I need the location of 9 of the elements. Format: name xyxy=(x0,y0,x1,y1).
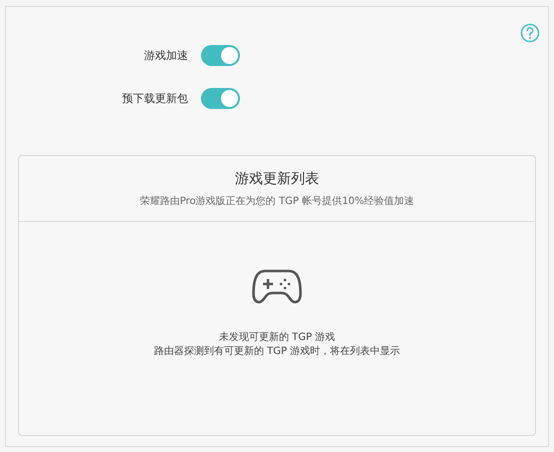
setting-label: 游戏加速 xyxy=(143,48,188,62)
empty-message: 未发现可更新的 TGP 游戏 xyxy=(218,331,336,345)
empty-hint: 路由器探测到有可更新的 TGP 游戏时，将在列表中显示 xyxy=(154,345,400,359)
list-title: 游戏更新列表 xyxy=(235,170,319,188)
setting-label: 预下载更新包 xyxy=(121,90,188,106)
toggle-switch[interactable] xyxy=(201,44,240,66)
toggle-switch[interactable] xyxy=(201,88,240,108)
list-subtitle: 荣耀路由Pro游戏版正在为您的 TGP 帐号提供10%经验值加速 xyxy=(140,194,414,208)
help-icon[interactable] xyxy=(520,23,540,43)
